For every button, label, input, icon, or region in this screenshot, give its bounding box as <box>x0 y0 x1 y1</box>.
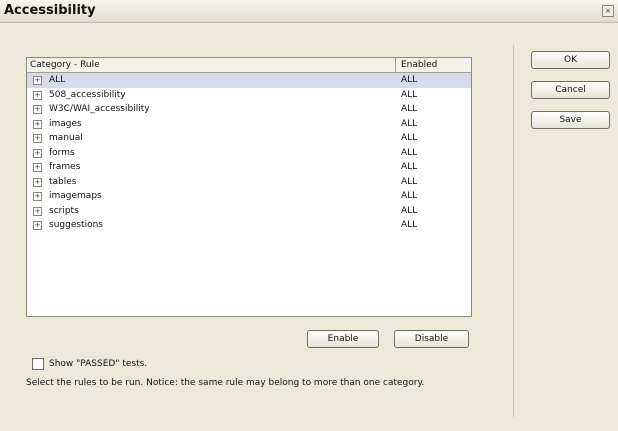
title-bar: Accessibility × <box>0 0 618 23</box>
save-button[interactable]: Save <box>531 111 610 129</box>
enabled-value: ALL <box>401 118 418 129</box>
rule-category-label: manual <box>49 133 83 143</box>
expand-icon[interactable]: + <box>33 90 42 100</box>
list-item[interactable]: + W3C/WAI_accessibility ALL <box>27 102 471 117</box>
expand-icon[interactable]: + <box>33 148 42 158</box>
list-item[interactable]: + images ALL <box>27 117 471 132</box>
expand-icon[interactable]: + <box>33 163 42 172</box>
rule-category-label: W3C/WAI_accessibility <box>49 104 150 114</box>
expand-icon[interactable]: + <box>33 76 42 85</box>
rule-category-label: images <box>49 118 82 129</box>
column-header-enabled[interactable]: Enabled <box>397 58 471 72</box>
enable-button[interactable]: Enable <box>307 330 379 348</box>
enabled-value: ALL <box>401 220 418 230</box>
rule-category-label: ALL <box>49 75 66 85</box>
list-item[interactable]: + forms ALL <box>27 146 471 161</box>
column-header-category[interactable]: Category - Rule <box>27 58 396 72</box>
enabled-value: ALL <box>401 147 418 158</box>
divider <box>513 45 514 417</box>
list-item[interactable]: + ALL ALL <box>27 73 471 88</box>
rule-category-label: scripts <box>49 205 79 216</box>
list-item[interactable]: +508_accessibility ALL <box>27 88 471 103</box>
expand-icon[interactable]: + <box>33 177 42 187</box>
enabled-value: ALL <box>401 104 418 114</box>
enabled-value: ALL <box>401 89 418 100</box>
enabled-value: ALL <box>401 176 418 187</box>
show-passed-label: Show "PASSED" tests. <box>49 359 148 369</box>
cancel-button[interactable]: Cancel <box>531 81 610 99</box>
window-title: Accessibility <box>4 3 96 18</box>
enabled-value: ALL <box>401 162 418 172</box>
rule-category-label: forms <box>49 147 75 158</box>
expand-icon[interactable]: + <box>33 221 42 230</box>
show-passed-checkbox[interactable] <box>32 358 44 370</box>
rule-category-label: tables <box>49 176 77 187</box>
rule-category-label: imagemaps <box>49 191 102 201</box>
instructions-text: Select the rules to be run. Notice: the … <box>26 378 425 388</box>
close-icon[interactable]: × <box>602 5 614 17</box>
enabled-value: ALL <box>401 75 418 85</box>
enabled-value: ALL <box>401 133 418 143</box>
expand-icon[interactable]: + <box>33 206 42 216</box>
expand-icon[interactable]: + <box>33 192 42 201</box>
list-item[interactable]: + imagemaps ALL <box>27 189 471 204</box>
ok-button[interactable]: OK <box>531 51 610 69</box>
list-item[interactable]: + scripts ALL <box>27 204 471 219</box>
expand-icon[interactable]: + <box>33 119 42 129</box>
disable-button[interactable]: Disable <box>394 330 469 348</box>
rule-category-label: frames <box>49 162 81 172</box>
list-rows: + ALL ALL +508_accessibility ALL + W3C/WAI_acc… <box>27 73 471 233</box>
list-item[interactable]: + frames ALL <box>27 160 471 175</box>
enabled-value: ALL <box>401 205 418 216</box>
list-item[interactable]: + suggestions ALL <box>27 218 471 233</box>
list-header: Category - Rule Enabled <box>27 58 471 73</box>
list-item[interactable]: + manual ALL <box>27 131 471 146</box>
expand-icon[interactable]: + <box>33 105 42 114</box>
rule-category-label: suggestions <box>49 220 103 230</box>
expand-icon[interactable]: + <box>33 134 42 143</box>
rules-list[interactable]: Category - Rule Enabled + ALL ALL +508_acce… <box>26 57 472 317</box>
rule-category-label: 508_accessibility <box>49 89 126 100</box>
list-item[interactable]: + tables ALL <box>27 175 471 190</box>
enabled-value: ALL <box>401 191 418 201</box>
